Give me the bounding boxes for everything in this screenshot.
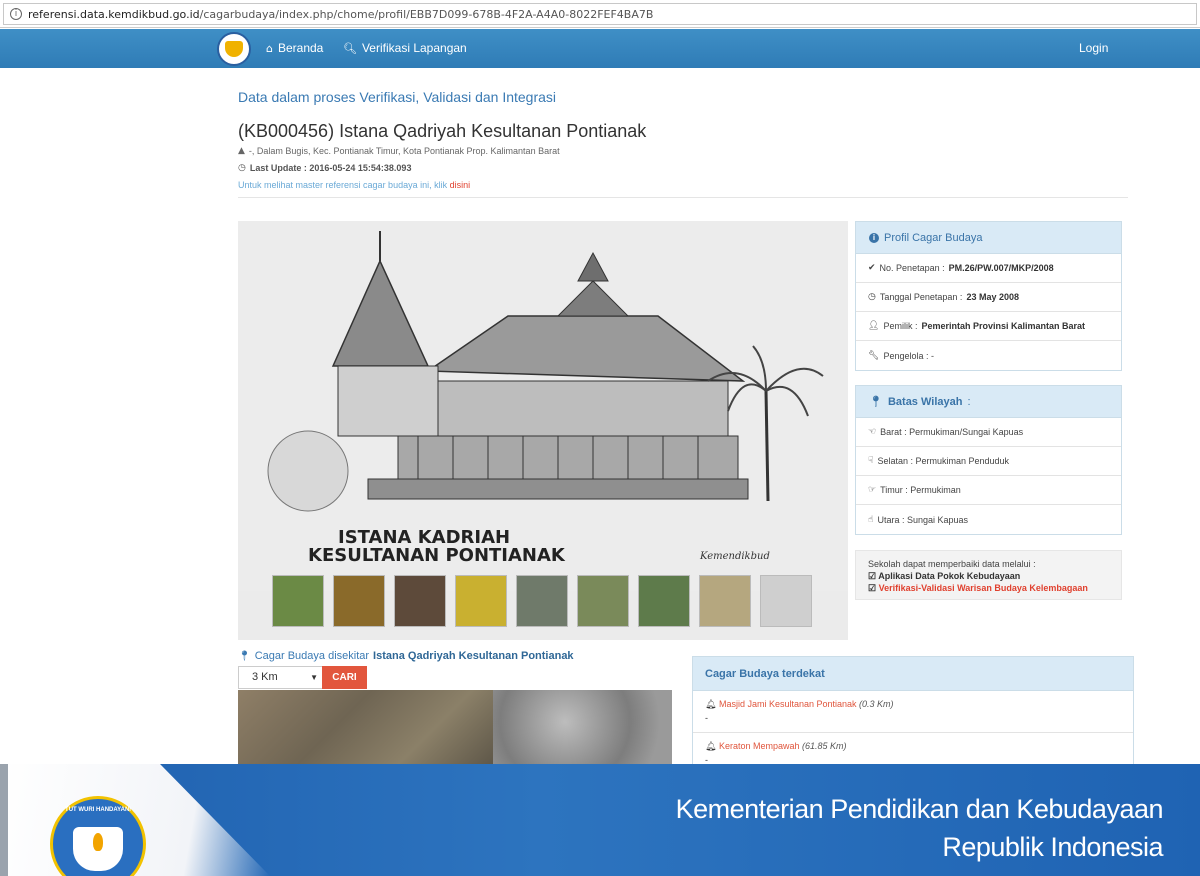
tanggal-penetapan-value: 23 May 2008 (966, 292, 1019, 302)
aplikasi-dapobud-link[interactable]: ☑ Aplikasi Data Pokok Kebudayaan (868, 570, 1121, 582)
nav-verifikasi-label: Verifikasi Lapangan (361, 41, 467, 55)
caret-down-icon: ▼ (310, 673, 318, 682)
thumbnail[interactable] (699, 575, 751, 627)
thumbnail[interactable] (577, 575, 629, 627)
radius-select[interactable]: 3 Km ▼ (238, 666, 323, 689)
thumbnail[interactable] (394, 575, 446, 627)
thumbnail[interactable] (760, 575, 812, 627)
profil-header: i Profil Cagar Budaya (856, 222, 1121, 254)
batas-barat-row: ☜ Barat : Permukiman/Sungai Kapuas (856, 418, 1121, 447)
last-update: ◷ Last Update : 2016-05-24 15:54:38.093 (238, 163, 411, 173)
nav-beranda[interactable]: ⌂ Beranda (266, 41, 323, 55)
satellite-map[interactable] (238, 690, 672, 770)
thumbnail-strip (272, 575, 812, 627)
clock-icon: ◷ (868, 292, 876, 302)
address-text: -, Dalam Bugis, Kec. Pontianak Timur, Ko… (248, 146, 560, 156)
pemilik-value: Pemerintah Provinsi Kalimantan Barat (921, 321, 1086, 331)
hand-right-icon: ☞ (868, 485, 877, 495)
banner-line-1: Kementerian Pendidikan dan Kebudayaan (675, 794, 1164, 824)
cari-button[interactable]: CARI (322, 666, 367, 689)
batas-title: Batas Wilayah (887, 395, 963, 408)
batas-wilayah-panel: 📍︎ Batas Wilayah : ☜ Barat : Permukiman/… (855, 385, 1122, 535)
hand-down-icon: ☟ (868, 456, 874, 466)
verval-kelembagaan-link[interactable]: ☑ Verifikasi-Validasi Warisan Budaya Kel… (868, 582, 1121, 594)
kemdikbud-logo[interactable] (217, 32, 251, 66)
master-reference-note: Untuk melihat master referensi cagar bud… (238, 180, 471, 190)
top-navbar: ⌂ Beranda 🔍︎ Verifikasi Lapangan Login (0, 29, 1200, 68)
pemilik-row: 👤︎ Pemilik : Pemerintah Provinsi Kaliman… (856, 312, 1121, 341)
home-icon: ⌂ (266, 41, 273, 55)
login-link[interactable]: Login (1079, 41, 1108, 55)
thumbnail[interactable] (455, 575, 507, 627)
map-tile-right (493, 690, 672, 770)
no-penetapan-row: ✔ No. Penetapan : PM.26/PW.007/MKP/2008 (856, 254, 1121, 283)
profil-panel: i Profil Cagar Budaya ✔ No. Penetapan : … (855, 221, 1122, 371)
banner-line-2: Republik Indonesia (942, 832, 1163, 862)
thumbnail[interactable] (333, 575, 385, 627)
profil-title: Profil Cagar Budaya (884, 231, 983, 244)
hand-up-icon: ☝ (868, 514, 874, 525)
info-icon[interactable]: i (10, 8, 22, 20)
banner-left-bar (0, 764, 8, 876)
url-field[interactable]: i referensi.data.kemdikbud.go.id/cagarbu… (3, 3, 1197, 25)
thumbnail[interactable] (516, 575, 568, 627)
last-update-text: Last Update : 2016-05-24 15:54:38.093 (249, 163, 412, 173)
photo-gallery: ISTANA KADRIAH KESULTANAN PONTIANAK Keme… (238, 221, 848, 640)
road-icon: ▲ (238, 146, 245, 156)
list-item[interactable]: 🔔︎ Masjid Jami Kesultanan Pontianak (0.3… (693, 691, 1133, 733)
wrench-icon: 🔧︎ (868, 350, 880, 361)
map-marker-icon: 📍︎ (238, 650, 251, 662)
terdekat-panel: Cagar Budaya terdekat 🔔︎ Masjid Jami Kes… (692, 656, 1134, 776)
ministry-banner: TUT WURI HANDAYANI Kementerian Pendidika… (0, 764, 1200, 876)
batas-header: 📍︎ Batas Wilayah : (856, 386, 1121, 418)
sekolah-note: Sekolah dapat memperbaiki data melalui :… (855, 550, 1122, 600)
terdekat-header: Cagar Budaya terdekat (693, 657, 1133, 691)
login-label: Login (1079, 41, 1109, 55)
address-line: ▲ -, Dalam Bugis, Kec. Pontianak Timur, … (238, 146, 560, 156)
nav-beranda-label: Beranda (277, 41, 324, 55)
browser-address-bar: i referensi.data.kemdikbud.go.id/cagarbu… (0, 0, 1200, 28)
thumbnail[interactable] (272, 575, 324, 627)
bell-icon: 🔔︎ (705, 742, 717, 752)
sketch-image[interactable]: ISTANA KADRIAH KESULTANAN PONTIANAK Keme… (238, 221, 848, 591)
nav-verifikasi-lapangan[interactable]: 🔍︎ Verifikasi Lapangan (343, 41, 467, 55)
search-icon: 🔍︎ (343, 41, 357, 55)
tut-wuri-handayani-emblem: TUT WURI HANDAYANI (50, 796, 146, 876)
batas-utara-row: ☝ Utara : Sungai Kapuas (868, 514, 969, 525)
page-title: (KB000456) Istana Qadriyah Kesultanan Po… (238, 121, 647, 141)
disini-link[interactable]: disini (450, 180, 471, 190)
bell-icon: 🔔︎ (705, 700, 717, 710)
pengelola-row: 🔧︎ Pengelola : - (868, 350, 934, 361)
hand-left-icon: ☜ (868, 427, 877, 437)
check-icon: ✔ (868, 263, 876, 273)
header-divider (238, 197, 1128, 198)
batas-timur-row: ☞ Timur : Permukiman (856, 476, 1121, 505)
thumbnail[interactable] (638, 575, 690, 627)
info-circle-icon: i (869, 232, 879, 243)
map-tile-left (238, 690, 493, 770)
sketch-caption-2: KESULTANAN PONTIANAK (308, 545, 566, 566)
nearby-title: 📍︎ Cagar Budaya disekitar Istana Qadriya… (238, 650, 574, 662)
clock-icon: ◷ (238, 163, 246, 173)
tanggal-penetapan-row: ◷ Tanggal Penetapan : 23 May 2008 (856, 283, 1121, 312)
emblem-motto: TUT WURI HANDAYANI (65, 807, 131, 813)
user-icon: 👤︎ (868, 321, 880, 331)
verification-status: Data dalam proses Verifikasi, Validasi d… (238, 89, 557, 105)
no-penetapan-value: PM.26/PW.007/MKP/2008 (948, 263, 1054, 273)
url-text: referensi.data.kemdikbud.go.id/cagarbuda… (28, 8, 654, 21)
map-marker-icon: 📍︎ (869, 395, 883, 408)
batas-selatan-row: ☟ Selatan : Permukiman Penduduk (856, 447, 1121, 476)
sketch-signature: Kemendikbud (699, 551, 770, 562)
